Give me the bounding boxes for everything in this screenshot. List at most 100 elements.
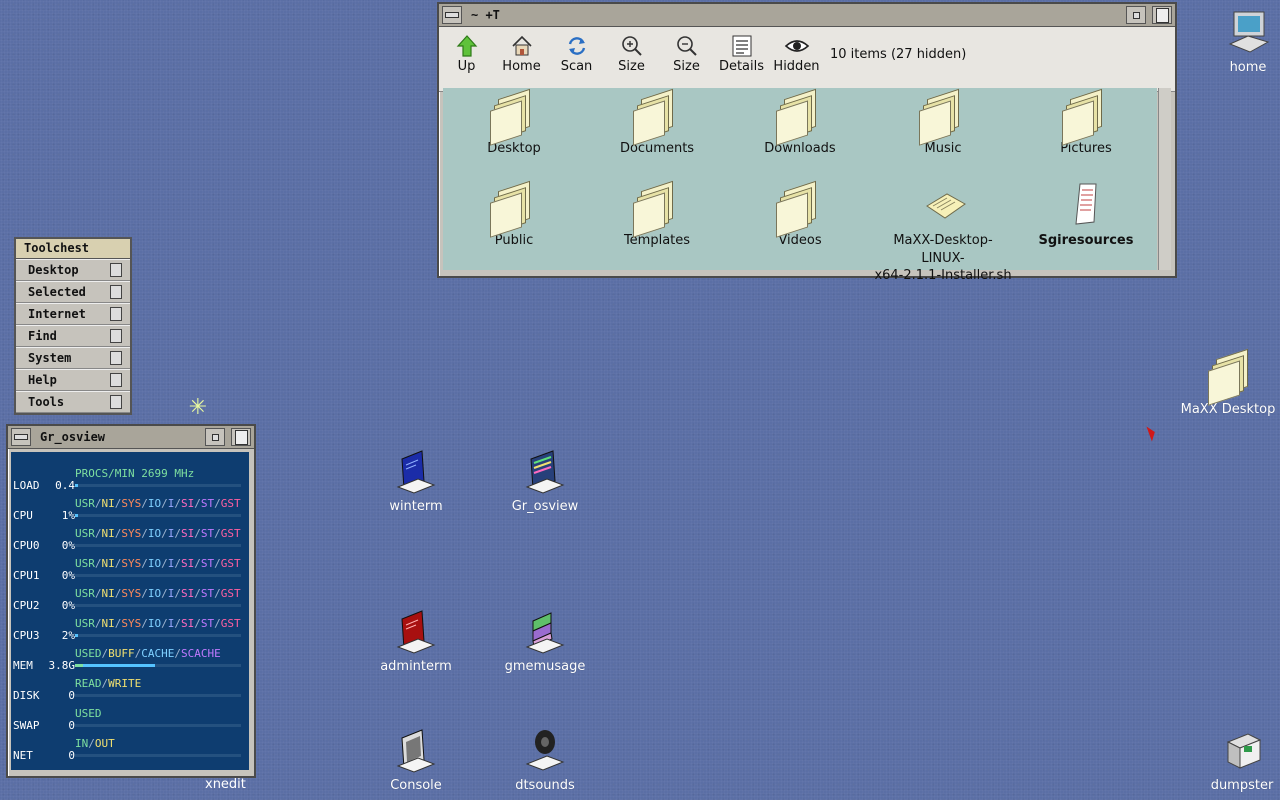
osview-legend-item: SI xyxy=(181,557,195,570)
details-button[interactable]: Details xyxy=(714,33,769,74)
osview-usage-bar xyxy=(75,754,241,757)
file-label-line2: x64-2.1.1-Installer.sh xyxy=(874,268,1012,283)
desktop-icon-label: adminterm xyxy=(380,659,452,674)
file-item-videos[interactable]: Videos xyxy=(729,180,871,250)
xnedit-label[interactable]: xnedit xyxy=(205,777,246,792)
desktop-icon-dtsounds[interactable]: dtsounds xyxy=(490,726,600,793)
maximize-icon xyxy=(234,429,248,445)
osview-metric-value: 0% xyxy=(61,539,75,552)
osview-metric-name: MEM xyxy=(13,659,33,672)
osview-usage-bar xyxy=(75,724,241,727)
file-manager-titlebar[interactable]: ~ +T xyxy=(439,4,1175,27)
osview-legend-item: ST xyxy=(200,527,215,540)
osview-metric-name: NET xyxy=(13,749,33,762)
zoom-in-icon xyxy=(604,33,659,59)
toolchest-item-desktop[interactable]: Desktop xyxy=(16,259,130,281)
file-list-scrollbar[interactable] xyxy=(1158,88,1171,270)
toolchest-item-internet[interactable]: Internet xyxy=(16,303,130,325)
osview-legend-item: SYS xyxy=(121,557,142,570)
osview-legend: READ/WRITE xyxy=(75,677,142,690)
document-icon xyxy=(1066,182,1106,226)
minimize-button[interactable] xyxy=(1126,6,1146,24)
house-icon xyxy=(494,33,549,59)
osview-legend-item: OUT xyxy=(94,737,115,750)
osview-legend-item: USR xyxy=(75,587,95,600)
toolchest-item-find[interactable]: Find xyxy=(16,325,130,347)
osview-metric-value: 0% xyxy=(61,599,75,612)
file-item-desktop[interactable]: Desktop xyxy=(443,88,585,158)
file-label: Videos xyxy=(778,233,822,248)
osview-titlebar[interactable]: Gr_osview xyxy=(8,426,254,449)
toolchest-item-label: Selected xyxy=(28,285,86,299)
osview-legend-item: SI xyxy=(181,587,195,600)
folder-icon xyxy=(1066,88,1106,138)
folder-icon xyxy=(1204,348,1252,398)
size-increase-button[interactable]: Size xyxy=(604,33,659,74)
window-title: Gr_osview xyxy=(40,430,106,444)
desktop-icon-maxx-desktop[interactable]: MaXX Desktop xyxy=(1173,348,1280,417)
minimize-button[interactable] xyxy=(205,428,225,446)
osview-metric-value: 0 xyxy=(68,749,75,762)
file-manager-window: ~ +T Up Home Scan Size Size Details Hidd… xyxy=(437,2,1177,283)
file-item-installer[interactable]: MaXX-Desktop-LINUX- x64-2.1.1-Installer.… xyxy=(872,182,1014,285)
osview-legend-item: READ xyxy=(75,677,102,690)
terminal-icon xyxy=(392,447,440,495)
osview-legend-item: GST xyxy=(220,617,241,630)
toolchest-item-tools[interactable]: Tools xyxy=(16,391,130,413)
toolchest-item-system[interactable]: System xyxy=(16,347,130,369)
osview-legend: USR/NI/SYS/IO/I/SI/ST/GST xyxy=(75,497,241,510)
home-button[interactable]: Home xyxy=(494,33,549,74)
up-button[interactable]: Up xyxy=(439,33,494,74)
desktop-icon-dumpster[interactable]: dumpster xyxy=(1187,726,1280,793)
file-list-area[interactable]: Desktop Documents Downloads Music Pictur… xyxy=(443,88,1157,283)
osview-metric-name: CPU3 xyxy=(13,629,40,642)
osview-legend-item: NI xyxy=(101,527,115,540)
osview-row-cpu: CPU 1% USR/NI/SYS/IO/I/SI/ST/GST xyxy=(11,496,249,526)
osview-usage-bar xyxy=(75,664,241,667)
file-item-templates[interactable]: Templates xyxy=(586,180,728,250)
maximize-button[interactable] xyxy=(231,428,251,446)
desktop-icon-home[interactable]: home xyxy=(1193,8,1280,75)
file-item-pictures[interactable]: Pictures xyxy=(1015,88,1157,158)
window-menu-button[interactable] xyxy=(11,428,31,446)
minimize-icon xyxy=(1132,11,1140,19)
osview-legend: USR/NI/SYS/IO/I/SI/ST/GST xyxy=(75,617,241,630)
hidden-button[interactable]: Hidden xyxy=(769,33,824,74)
osview-metric-value: 0 xyxy=(68,689,75,702)
osview-legend-item: GST xyxy=(220,557,241,570)
file-item-sgiresources[interactable]: Sgiresources xyxy=(1015,182,1157,250)
osview-legend: USR/NI/SYS/IO/I/SI/ST/GST xyxy=(75,587,241,600)
maximize-button[interactable] xyxy=(1152,6,1172,24)
desktop-icon-winterm[interactable]: winterm xyxy=(361,447,471,514)
file-item-public[interactable]: Public xyxy=(443,180,585,250)
file-label: Desktop xyxy=(487,141,541,156)
osview-legend-item: BUFF xyxy=(108,647,135,660)
desktop-icon-console[interactable]: Console xyxy=(361,726,471,793)
osview-legend-item: NI xyxy=(101,497,115,510)
toolchest-item-label: Help xyxy=(28,373,57,387)
osview-usage-bar xyxy=(75,574,241,577)
osview-usage-fill xyxy=(75,664,155,667)
file-label: Public xyxy=(494,233,534,248)
size-decrease-button[interactable]: Size xyxy=(659,33,714,74)
desktop-icon-gmemusage[interactable]: gmemusage xyxy=(490,607,600,674)
file-item-music[interactable]: Music xyxy=(872,88,1014,158)
desktop-icon-adminterm[interactable]: adminterm xyxy=(361,607,471,674)
osview-legend: USED/BUFF/CACHE/SCACHE xyxy=(75,647,221,660)
minimize-icon xyxy=(211,433,219,441)
scan-button[interactable]: Scan xyxy=(549,33,604,74)
toolchest-item-label: Internet xyxy=(28,307,86,321)
osview-legend-item: ST xyxy=(200,497,215,510)
toolchest-item-selected[interactable]: Selected xyxy=(16,281,130,303)
file-item-downloads[interactable]: Downloads xyxy=(729,88,871,158)
file-item-documents[interactable]: Documents xyxy=(586,88,728,158)
osview-usage-bar xyxy=(75,514,241,517)
osview-icon xyxy=(521,447,569,495)
file-label: Sgiresources xyxy=(1038,233,1134,248)
menu-bar-icon xyxy=(445,12,459,18)
trash-icon xyxy=(1218,726,1266,774)
desktop-icon-gr-osview[interactable]: Gr_osview xyxy=(490,447,600,514)
toolchest-item-help[interactable]: Help xyxy=(16,369,130,391)
osview-legend-item: ST xyxy=(200,557,215,570)
window-menu-button[interactable] xyxy=(442,6,462,24)
